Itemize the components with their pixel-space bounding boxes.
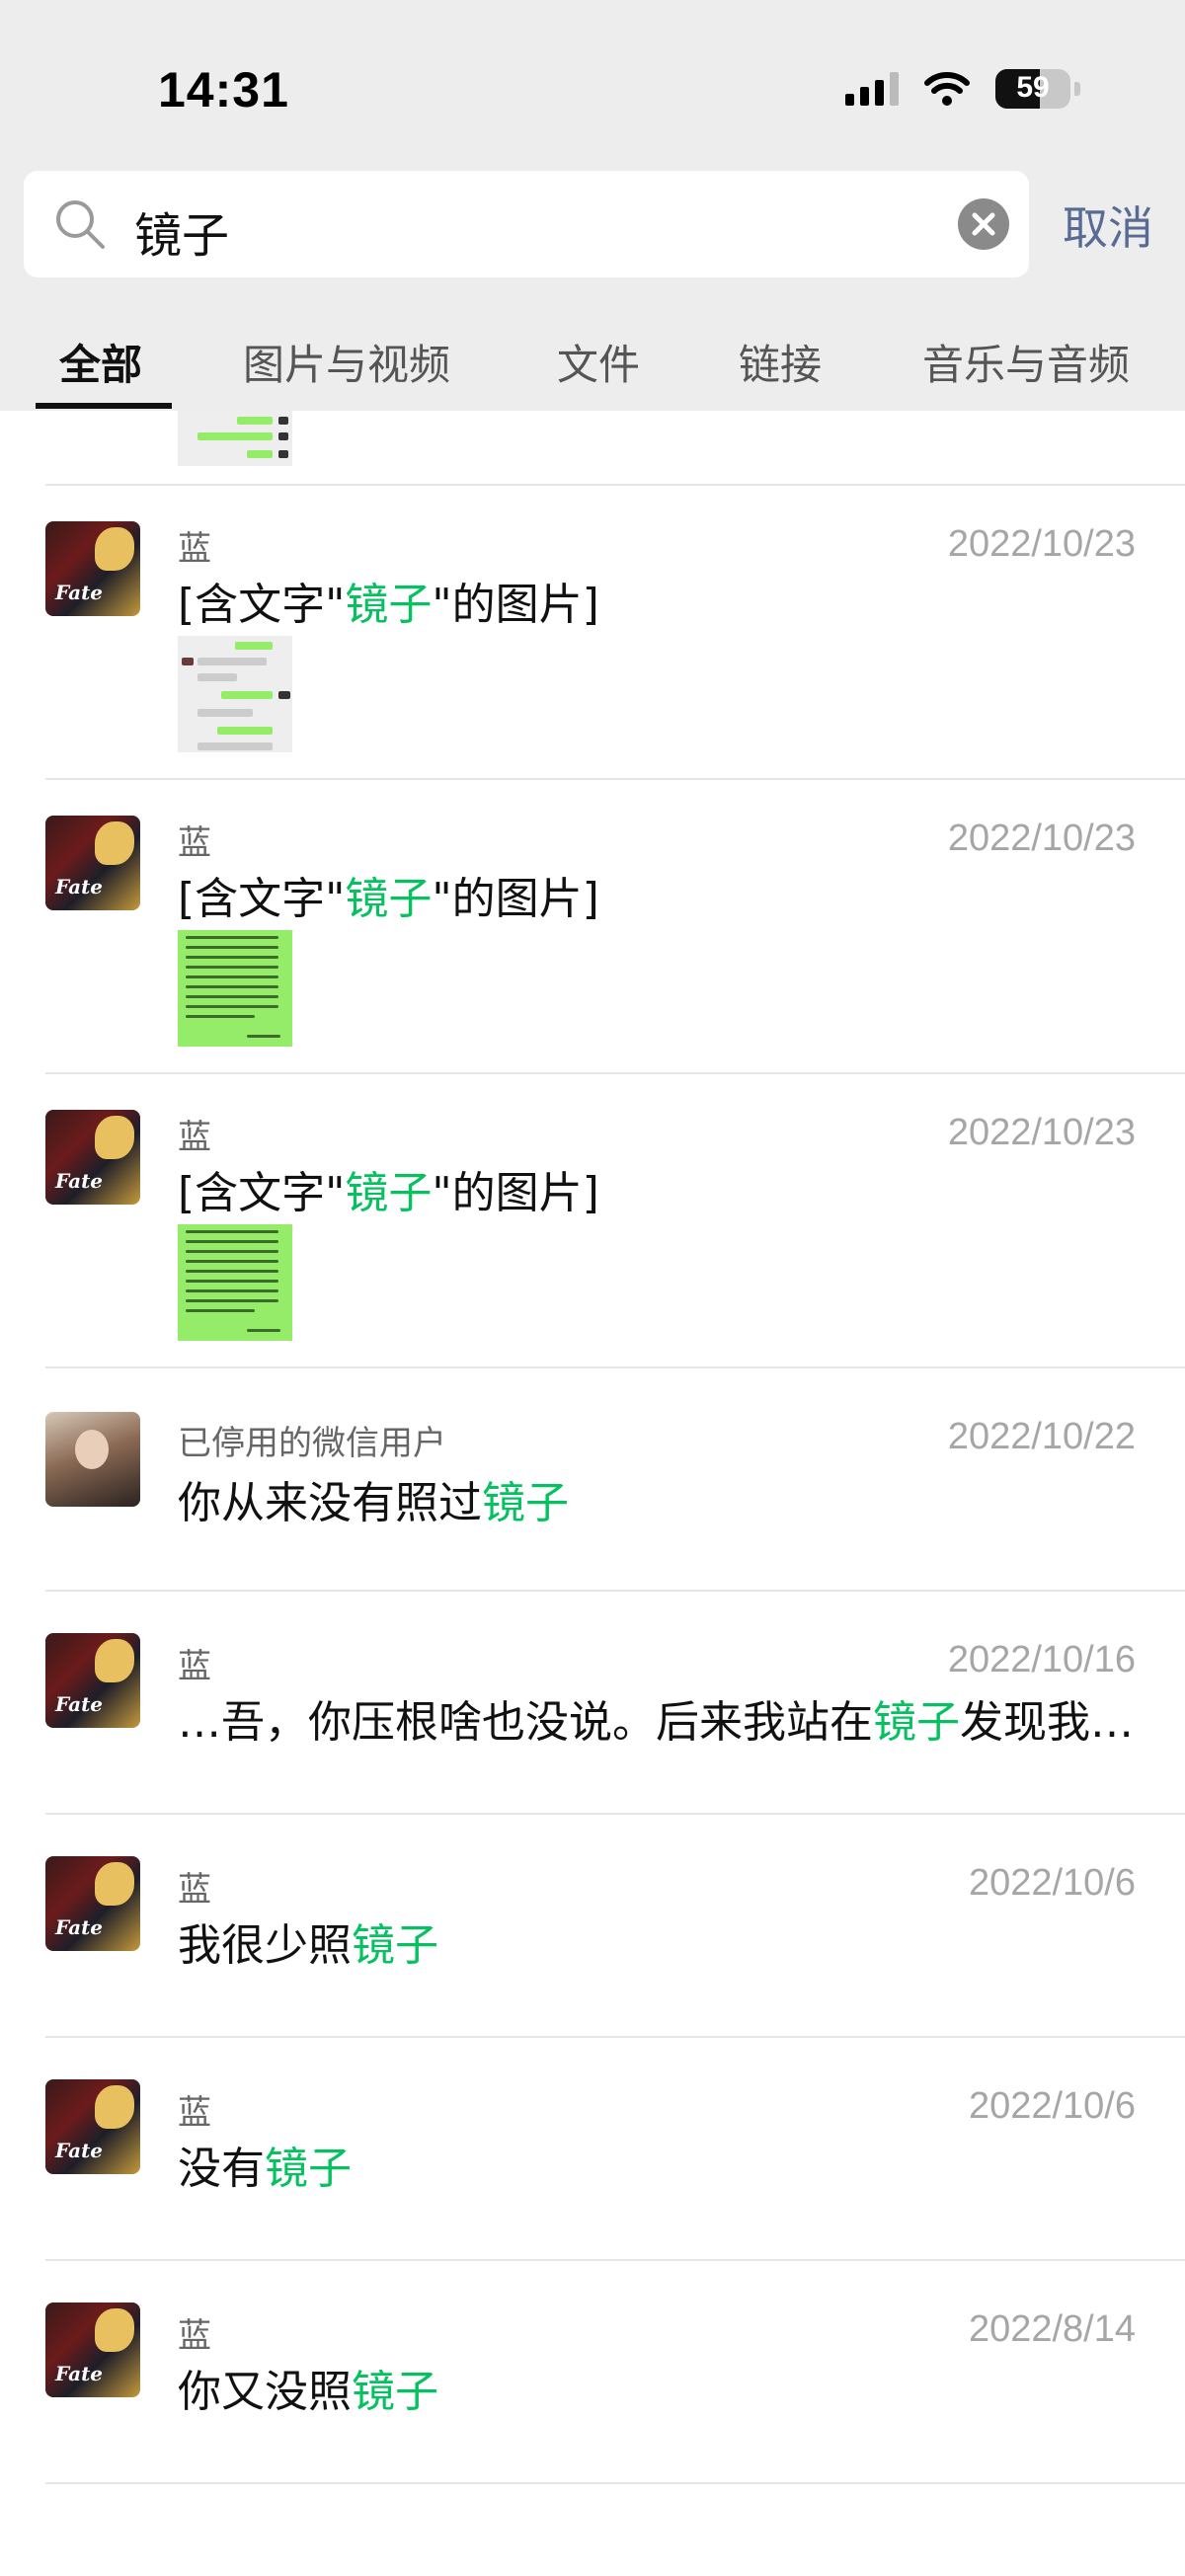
- message-date: 2022/10/22: [947, 1416, 1136, 1457]
- message-date: 2022/10/23: [947, 1112, 1136, 1153]
- message-text: [含文字"镜子"的图片]: [178, 874, 599, 924]
- message-text: 没有镜子: [178, 2144, 352, 2194]
- filter-tabs: 全部 图片与视频 文件 链接 音乐与音频: [0, 326, 1185, 411]
- sender-name: 蓝: [178, 1647, 211, 1686]
- sender-name: 蓝: [178, 2316, 211, 2356]
- search-query[interactable]: 镜子: [134, 196, 229, 266]
- tab-links[interactable]: 链接: [739, 332, 822, 392]
- message-date: 2022/10/23: [947, 523, 1136, 565]
- list-item[interactable]: Fate 蓝 2022/10/23 [含文字"镜子"的图片]: [0, 486, 1185, 778]
- message-text: …吾，你压根啥也没说。后来我站在镜子发现我…: [178, 1697, 1134, 1748]
- signal-icon: [845, 72, 899, 106]
- message-date: 2022/10/6: [968, 2085, 1136, 2127]
- avatar: Fate: [45, 1110, 140, 1205]
- message-date: 2022/10/23: [947, 818, 1136, 859]
- clear-search-button[interactable]: [958, 198, 1009, 250]
- list-item[interactable]: Fate 蓝 2022/10/23 [含文字"镜子"的图片]: [0, 780, 1185, 1072]
- status-icons: 59: [845, 69, 1080, 109]
- image-thumbnail[interactable]: [178, 636, 292, 752]
- list-item[interactable]: Fate 蓝 2022/10/6 没有镜子: [0, 2038, 1185, 2259]
- avatar: Fate: [45, 521, 140, 616]
- avatar: Fate: [45, 2303, 140, 2397]
- tab-active-indicator: [36, 403, 172, 409]
- tab-files[interactable]: 文件: [557, 332, 640, 392]
- battery-level: 59: [1016, 71, 1050, 104]
- avatar: Fate: [45, 1633, 140, 1728]
- image-thumbnail[interactable]: [178, 930, 292, 1047]
- image-thumbnail[interactable]: [178, 411, 292, 466]
- list-item[interactable]: Fate 蓝 2022/10/6 我很少照镜子: [0, 1815, 1185, 2036]
- sender-name: 已停用的微信用户: [178, 1424, 446, 1463]
- tab-all[interactable]: 全部: [59, 332, 142, 392]
- list-item[interactable]: Fate 蓝 2022/10/16 …吾，你压根啥也没说。后来我站在镜子发现我…: [0, 1592, 1185, 1813]
- sender-name: 蓝: [178, 2093, 211, 2133]
- battery-icon: 59: [995, 69, 1070, 109]
- tab-images-videos[interactable]: 图片与视频: [243, 332, 450, 392]
- message-text: 我很少照镜子: [178, 1920, 438, 1971]
- list-item[interactable]: Fate 蓝 2022/10/23 [含文字"镜子"的图片]: [0, 1074, 1185, 1366]
- message-text: [含文字"镜子"的图片]: [178, 580, 599, 630]
- wifi-icon: [924, 72, 970, 106]
- message-date: 2022/8/14: [968, 2308, 1136, 2350]
- message-date: 2022/10/16: [947, 1639, 1136, 1680]
- search-icon: [56, 200, 105, 249]
- sender-name: 蓝: [178, 529, 211, 569]
- divider: [45, 2482, 1185, 2484]
- message-date: 2022/10/6: [968, 1862, 1136, 1904]
- cancel-button[interactable]: 取消: [1063, 193, 1153, 258]
- image-thumbnail[interactable]: [178, 1224, 292, 1341]
- tab-music-audio[interactable]: 音乐与音频: [922, 332, 1130, 392]
- sender-name: 蓝: [178, 1118, 211, 1157]
- avatar: Fate: [45, 2079, 140, 2174]
- avatar: Fate: [45, 1856, 140, 1951]
- search-header: 14:31 59 镜子 取消 全部 图片与视频 文件 链接 音乐与音频: [0, 0, 1185, 411]
- status-time: 14:31: [158, 62, 289, 117]
- avatar: Fate: [45, 816, 140, 910]
- sender-name: 蓝: [178, 823, 211, 863]
- avatar: [45, 1412, 140, 1507]
- list-item[interactable]: Fate 蓝 2022/8/14 你又没照镜子: [0, 2261, 1185, 2482]
- close-icon: [972, 212, 995, 236]
- sender-name: 蓝: [178, 1870, 211, 1910]
- search-input[interactable]: 镜子: [24, 171, 1029, 277]
- message-text: 你从来没有照过镜子: [178, 1478, 569, 1528]
- list-item[interactable]: 已停用的微信用户 2022/10/22 你从来没有照过镜子: [0, 1368, 1185, 1590]
- message-text: [含文字"镜子"的图片]: [178, 1168, 599, 1218]
- message-text: 你又没照镜子: [178, 2367, 438, 2417]
